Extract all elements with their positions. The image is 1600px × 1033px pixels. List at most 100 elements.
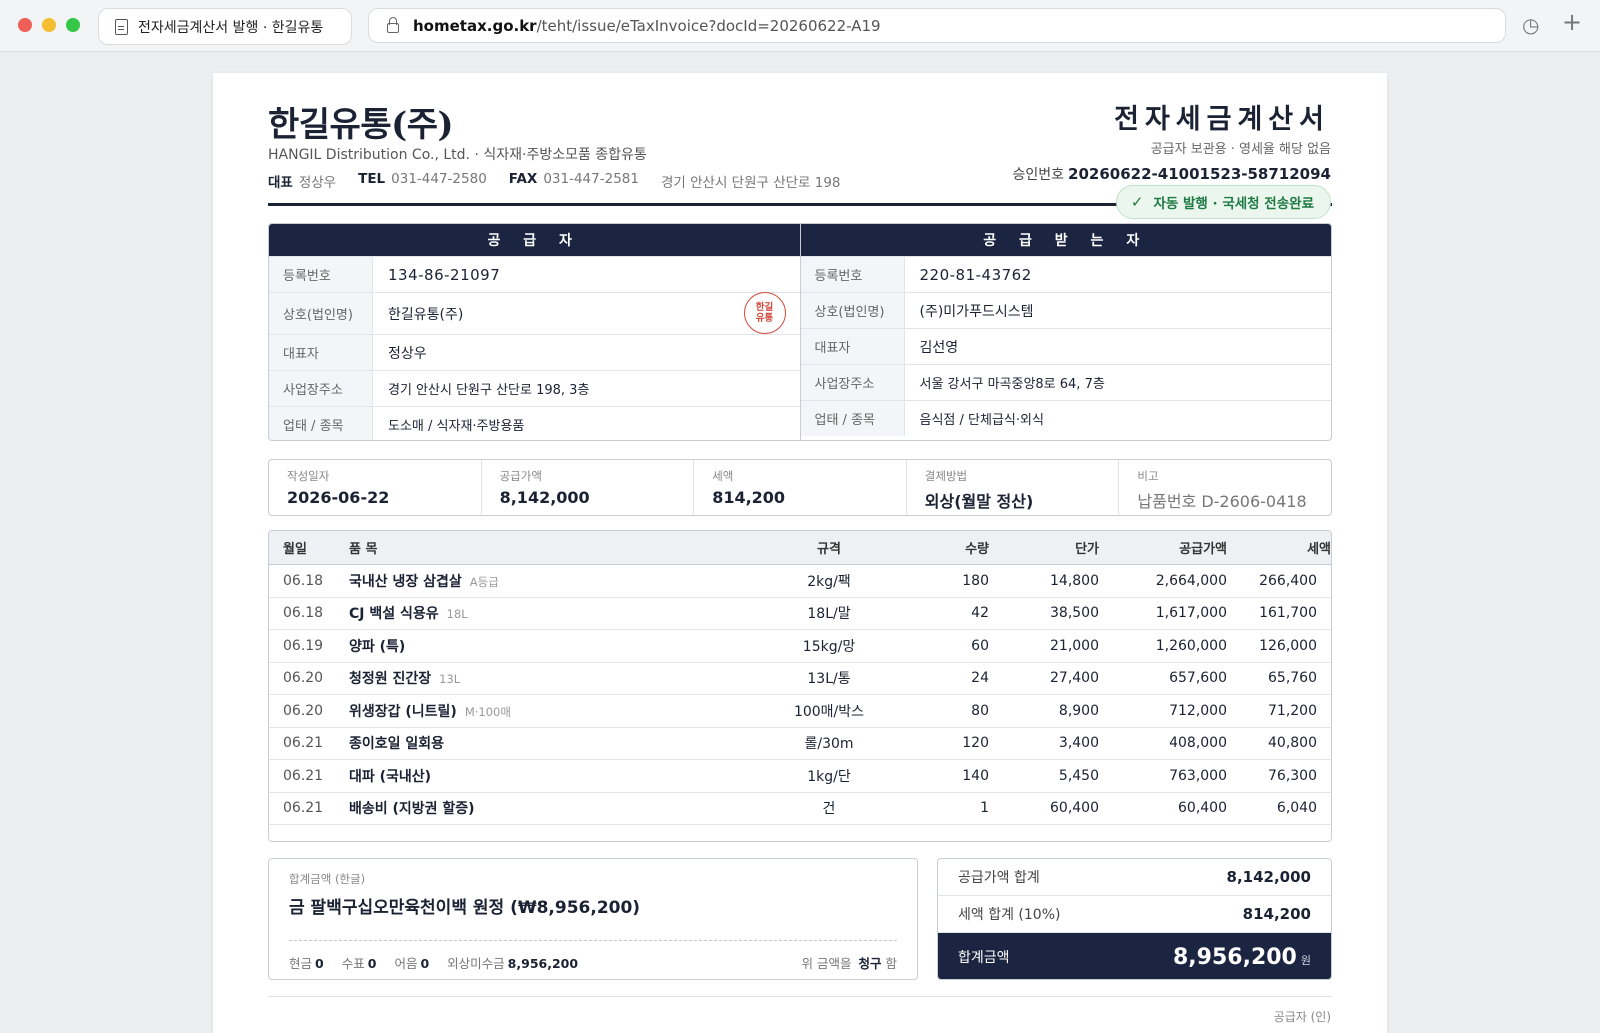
- item-qty: 42: [971, 605, 989, 622]
- item-tax: 126,000: [1259, 637, 1317, 654]
- item-amount: 657,600: [1169, 670, 1227, 687]
- grand-total-label: 합계금액: [958, 950, 1010, 966]
- currency-unit: 원: [1300, 953, 1311, 967]
- history-icon[interactable]: ◷: [1522, 15, 1539, 35]
- item-amount: 763,000: [1169, 767, 1227, 784]
- invoice-meta: 작성일자 2026-06-22 공급가액 8,142,000 세액 814,200 결…: [268, 459, 1332, 516]
- company-seal-stamp: 한길 유통: [743, 292, 786, 334]
- field-label: 상호(법인명): [269, 293, 373, 334]
- close-window-button[interactable]: [18, 18, 32, 32]
- col-date: 월일: [283, 542, 307, 557]
- col-tax: 세액: [1307, 542, 1331, 557]
- field-label: 등록번호: [800, 257, 905, 292]
- item-name: 대파 (국내산): [349, 768, 432, 785]
- table-row: 06.20 청정원 진간장 13L 13L/통 24 27,400 657,600 65,76…: [269, 663, 1331, 695]
- company-name: 한길유통(주): [268, 105, 454, 145]
- meta-label: 결제방법: [924, 469, 968, 483]
- line-items-table: 월일 품 목 규격 수량 단가 공급가액 세액 06.18 국내산 냉장 삼겹살 A…: [268, 530, 1332, 842]
- buyer-address: 서울 강서구 마곡중앙8로 64, 7층: [919, 377, 1105, 392]
- item-qty: 180: [962, 572, 989, 589]
- buyer-heading: 공 급 받 는 자: [800, 224, 1331, 256]
- item-date: 06.21: [283, 800, 324, 817]
- item-date: 06.20: [283, 670, 324, 687]
- claim-statement: 위 금액을 청구 함: [801, 956, 897, 971]
- col-spec: 규격: [817, 542, 841, 557]
- table-row: 06.21 배송비 (지방권 할증) 건 1 60,400 60,400 6,040: [269, 793, 1331, 825]
- words-label: 합계금액 (한글): [289, 872, 366, 886]
- meta-label: 비고: [1137, 469, 1159, 483]
- supplier-address: 경기 안산시 단원구 산단로 198, 3층: [388, 383, 590, 398]
- field-label: 업태 / 종목: [800, 401, 905, 436]
- item-name: 청정원 진간장 13L: [349, 671, 461, 688]
- grand-total-bar: 합계금액 8,956,200 원: [938, 933, 1331, 979]
- item-qty: 140: [962, 767, 989, 784]
- item-price: 5,450: [1058, 767, 1099, 784]
- item-date: 06.21: [283, 735, 324, 752]
- item-amount: 2,664,000: [1155, 572, 1227, 589]
- item-qty: 1: [980, 800, 989, 817]
- item-name: 종이호일 일회용: [349, 736, 445, 753]
- payment-breakdown: 현금 0 수표 0 어음 0 외상미수금 8,956,200 위 금액을 청구 함: [289, 953, 897, 972]
- company-address: 경기 안산시 단원구 산단로 198: [660, 175, 841, 191]
- supply-total: 8,142,000: [1226, 868, 1311, 886]
- minimize-window-button[interactable]: [42, 18, 56, 32]
- item-spec: 18L/말: [807, 606, 851, 623]
- item-qty: 60: [971, 637, 989, 654]
- dashed-divider: [289, 940, 897, 941]
- table-row: 06.18 CJ 백설 식용유 18L 18L/말 42 38,500 1,617,000 1…: [269, 598, 1331, 630]
- buyer-section: 공 급 받 는 자 등록번호 220-81-43762 상호(법인명) (주)미가푸…: [799, 224, 1331, 440]
- item-note: M·100매: [464, 704, 511, 719]
- issue-date: 2026-06-22: [287, 488, 390, 507]
- item-spec: 롤/30m: [804, 736, 854, 753]
- item-date: 06.18: [283, 605, 324, 622]
- item-spec: 15kg/망: [802, 638, 856, 655]
- tax-total-label: 세액 합계 (10%): [958, 907, 1061, 923]
- item-name: 양파 (특): [349, 638, 406, 655]
- table-row: 06.20 위생장갑 (니트릴) M·100매 100매/박스 80 8,900 712,0…: [269, 695, 1331, 728]
- buyer-reg-no: 220-81-43762: [919, 265, 1032, 284]
- item-note: A등급: [469, 574, 499, 589]
- item-tax: 40,800: [1268, 735, 1317, 752]
- remarks: 납품번호 D-2606-0418: [1137, 492, 1307, 511]
- item-spec: 13L/통: [807, 671, 851, 688]
- tax-amount: 814,200: [712, 488, 786, 507]
- invoice-document: 한길유통(주) HANGIL Distribution Co., Ltd. · …: [213, 73, 1387, 1033]
- item-name: 국내산 냉장 삼겹살 A등급: [349, 573, 499, 590]
- item-note: 18L: [446, 607, 468, 622]
- item-price: 3,400: [1058, 735, 1099, 752]
- browser-tab[interactable]: 전자세금계산서 발행 · 한길유통: [98, 8, 352, 45]
- item-amount: 408,000: [1169, 735, 1227, 752]
- field-label: 사업장주소: [269, 371, 373, 406]
- item-amount: 712,000: [1169, 702, 1227, 719]
- lock-icon: [387, 16, 399, 33]
- new-tab-icon[interactable]: +: [1562, 10, 1582, 34]
- col-qty: 수량: [965, 542, 989, 557]
- item-amount: 60,400: [1178, 800, 1227, 817]
- document-subtitle: 공급자 보관용 · 영세율 해당 없음: [1150, 142, 1331, 157]
- signer-label: 공급자 (인): [1273, 1010, 1331, 1024]
- item-name: CJ 백설 식용유 18L: [349, 606, 468, 623]
- supplier-section: 공 급 자 등록번호 134-86-21097 상호(법인명) 한길유통(주) 대표…: [269, 224, 800, 440]
- company-subtitle: HANGIL Distribution Co., Ltd. · 식자재·주방소모…: [268, 147, 647, 163]
- amount-in-words: 금 팔백구십오만육천이백 원정 (₩8,956,200): [289, 898, 641, 918]
- table-row: 06.19 양파 (특) 15kg/망 60 21,000 1,260,000 126,00…: [269, 630, 1331, 663]
- bill-amount: 0: [420, 956, 430, 971]
- footer-divider: [268, 996, 1332, 997]
- item-price: 60,400: [1050, 800, 1099, 817]
- document-title: 전자세금계산서: [1114, 104, 1330, 135]
- ceo-info: 대표 정상우: [268, 175, 337, 191]
- item-price: 14,800: [1050, 572, 1099, 589]
- field-label: 등록번호: [269, 257, 373, 292]
- field-label: 대표자: [800, 329, 905, 364]
- cash-amount: 0: [315, 956, 324, 971]
- item-tax: 161,700: [1259, 605, 1317, 622]
- maximize-window-button[interactable]: [66, 18, 80, 32]
- item-amount: 1,617,000: [1155, 605, 1227, 622]
- supply-amount: 8,142,000: [499, 488, 590, 507]
- table-header: 월일 품 목 규격 수량 단가 공급가액 세액: [269, 531, 1331, 565]
- col-amount: 공급가액: [1179, 542, 1227, 557]
- item-date: 06.20: [283, 702, 324, 719]
- field-label: 사업장주소: [800, 365, 905, 400]
- address-bar[interactable]: hometax.go.kr/teht/issue/eTaxInvoice?doc…: [368, 8, 1506, 43]
- item-price: 8,900: [1058, 702, 1099, 719]
